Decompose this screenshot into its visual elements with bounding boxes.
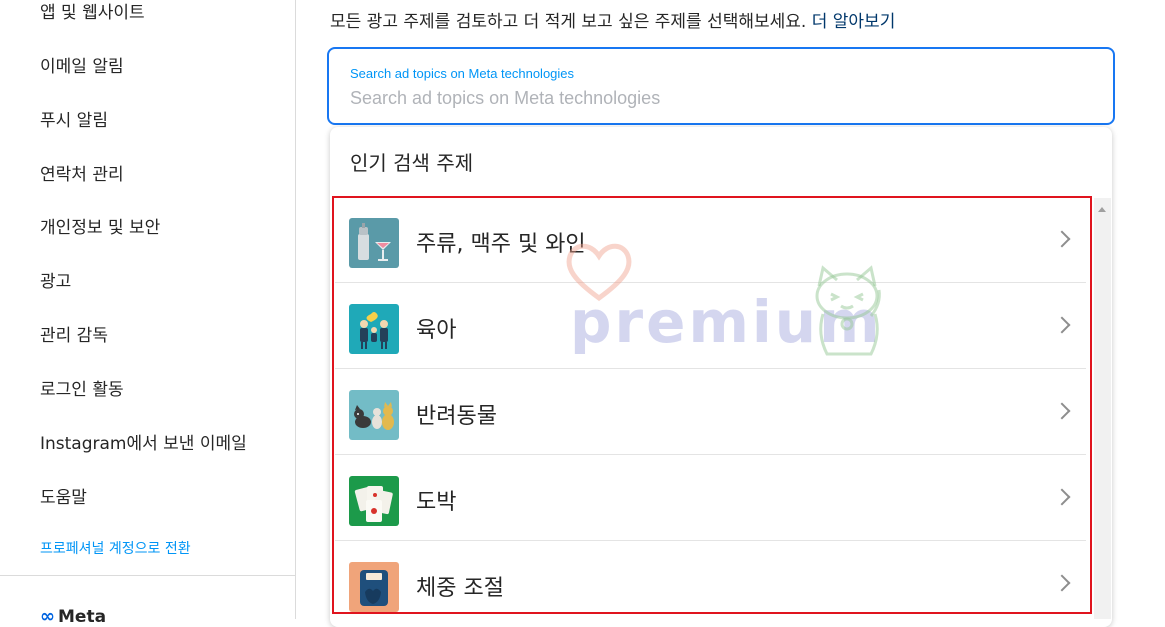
- dropdown-title: 인기 검색 주제: [350, 151, 474, 175]
- sidebar-item-email-notifications[interactable]: 이메일 알림: [40, 52, 124, 77]
- search-input[interactable]: [350, 85, 1090, 111]
- intro-text: 모든 광고 주제를 검토하고 더 적게 보고 싶은 주제를 선택해보세요.: [330, 12, 807, 32]
- highlight-annotation-box: [332, 196, 1092, 614]
- sidebar-item-ads[interactable]: 광고: [40, 267, 71, 292]
- ad-topics-search[interactable]: Search ad topics on Meta technologies: [327, 47, 1115, 125]
- settings-sidebar: 앱 및 웹사이트 이메일 알림 푸시 알림 연락처 관리 개인정보 및 보안 광…: [0, 0, 296, 627]
- ad-topics-intro: 모든 광고 주제를 검토하고 더 적게 보고 싶은 주제를 선택해보세요. 더 …: [330, 7, 895, 32]
- learn-more-link[interactable]: 더 알아보기: [812, 12, 896, 32]
- sidebar-item-emails-from-instagram[interactable]: Instagram에서 보낸 이메일: [40, 429, 247, 454]
- scroll-up-arrow-icon[interactable]: [1098, 207, 1106, 212]
- sidebar-item-apps-websites[interactable]: 앱 및 웹사이트: [40, 0, 145, 23]
- search-floating-label: Search ad topics on Meta technologies: [350, 66, 575, 81]
- sidebar-item-supervision[interactable]: 관리 감독: [40, 321, 108, 346]
- sidebar-divider: [0, 575, 295, 576]
- switch-professional-link[interactable]: 프로페셔널 계정으로 전환: [40, 538, 191, 558]
- meta-logo[interactable]: ∞ Meta: [40, 606, 106, 627]
- sidebar-item-contacts[interactable]: 연락처 관리: [40, 160, 124, 185]
- dropdown-scrollbar[interactable]: [1094, 198, 1111, 619]
- sidebar-item-push-notifications[interactable]: 푸시 알림: [40, 106, 108, 131]
- meta-logo-text: Meta: [58, 606, 107, 627]
- sidebar-item-login-activity[interactable]: 로그인 활동: [40, 375, 124, 400]
- sidebar-item-help[interactable]: 도움말: [40, 483, 87, 508]
- meta-infinity-icon: ∞: [40, 606, 55, 627]
- sidebar-item-privacy-security[interactable]: 개인정보 및 보안: [40, 213, 160, 238]
